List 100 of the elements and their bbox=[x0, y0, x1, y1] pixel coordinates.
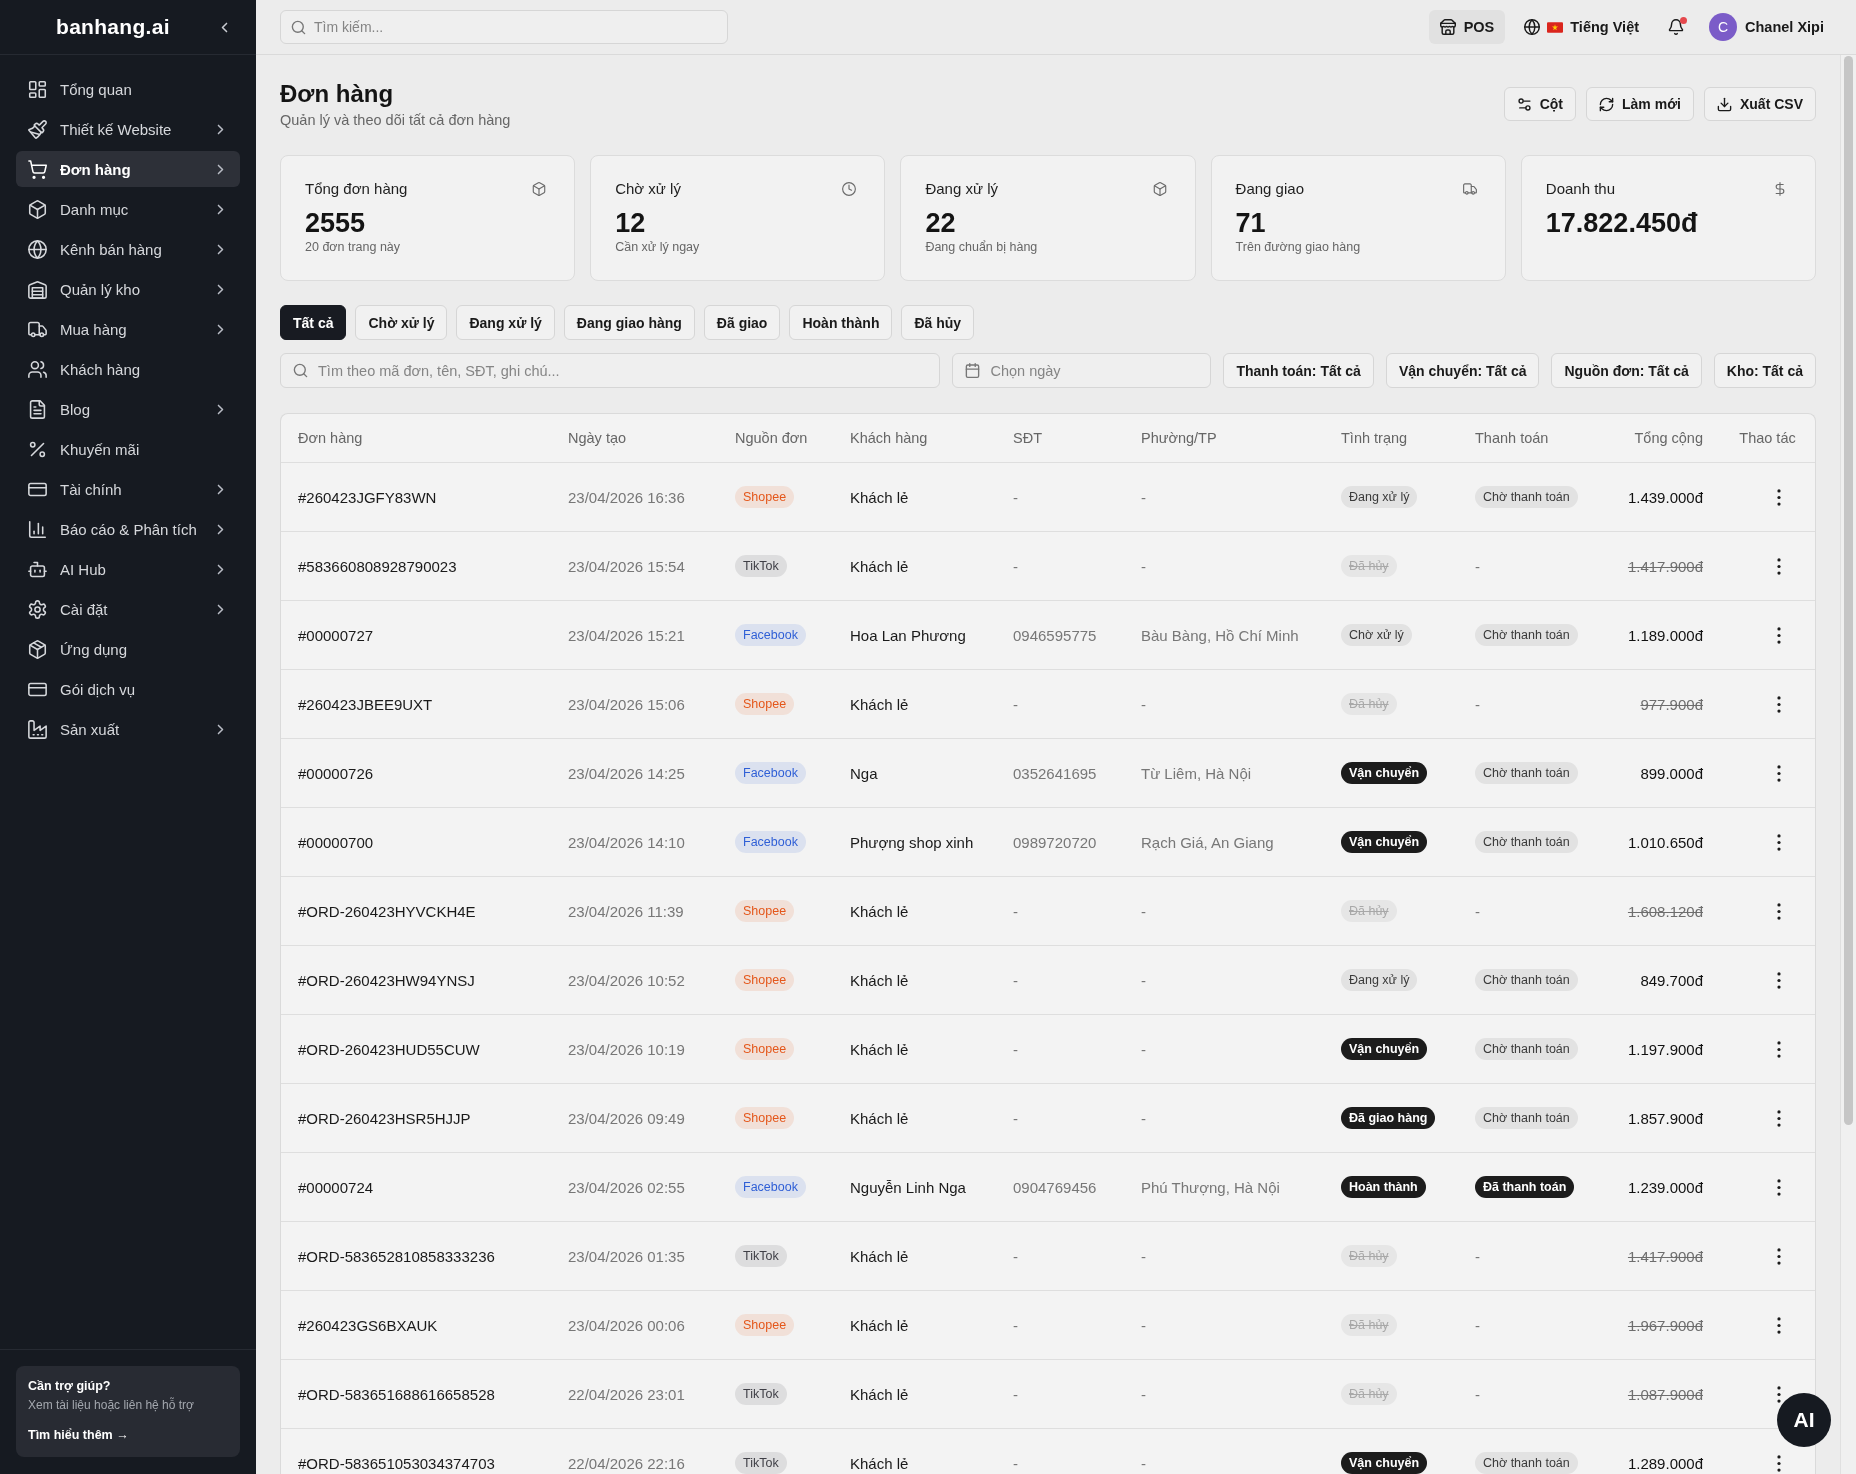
user-menu-button[interactable]: C Chanel Xipi bbox=[1709, 13, 1824, 41]
order-id[interactable]: #ORD-260423HYVCKH4E bbox=[281, 902, 476, 920]
status-tab[interactable]: Đang xử lý bbox=[456, 305, 555, 340]
order-id[interactable]: #260423GS6BXAUK bbox=[281, 1316, 438, 1334]
more-options-icon[interactable] bbox=[1776, 626, 1781, 644]
sidebar-item[interactable]: Đơn hàng bbox=[16, 151, 240, 187]
more-options-icon[interactable] bbox=[1776, 1178, 1781, 1196]
more-options-icon[interactable] bbox=[1776, 971, 1781, 989]
order-id[interactable]: #00000726 bbox=[281, 764, 374, 782]
more-options-icon[interactable] bbox=[1776, 1040, 1781, 1058]
order-id[interactable]: #00000724 bbox=[281, 1178, 374, 1196]
phone-value: 0946595775 bbox=[1012, 626, 1097, 644]
sidebar-item[interactable]: Blog bbox=[16, 391, 240, 427]
order-id[interactable]: #ORD-583651688616658528 bbox=[281, 1385, 495, 1403]
order-id[interactable]: #583660808928790023 bbox=[281, 557, 457, 575]
phone-value: 0904769456 bbox=[1012, 1178, 1097, 1196]
paintbrush-icon bbox=[28, 119, 47, 139]
stat-value: 2555 bbox=[305, 207, 366, 239]
more-options-icon[interactable] bbox=[1776, 764, 1781, 782]
phone-value: 0989720720 bbox=[1012, 833, 1097, 851]
sidebar-item[interactable]: Danh mục bbox=[16, 191, 240, 227]
status-tab[interactable]: Đang giao hàng bbox=[563, 305, 695, 340]
stat-label: Chờ xử lý bbox=[615, 179, 681, 199]
phone-value: - bbox=[1012, 1247, 1018, 1265]
order-date: 23/04/2026 00:06 bbox=[567, 1316, 685, 1334]
pos-button[interactable]: POS bbox=[1428, 10, 1506, 44]
customer-name: Khách lẻ bbox=[849, 1109, 909, 1127]
order-id[interactable]: #00000700 bbox=[281, 833, 374, 851]
order-id[interactable]: #ORD-260423HW94YNSJ bbox=[281, 971, 475, 989]
order-id[interactable]: #ORD-583652810858333236 bbox=[281, 1247, 495, 1265]
more-options-icon[interactable] bbox=[1776, 557, 1781, 575]
learn-more-link[interactable]: Tìm hiểu thêm → bbox=[28, 1427, 129, 1443]
sidebar-item[interactable]: Tài chính bbox=[16, 471, 240, 507]
order-id[interactable]: #260423JBEE9UXT bbox=[281, 695, 433, 713]
sidebar-item[interactable]: Khuyến mãi bbox=[16, 431, 240, 467]
order-date: 23/04/2026 15:54 bbox=[567, 557, 685, 575]
status-tab[interactable]: Chờ xử lý bbox=[355, 305, 448, 340]
order-date: 23/04/2026 11:39 bbox=[567, 902, 684, 920]
more-options-icon[interactable] bbox=[1776, 902, 1781, 920]
export-csv-button[interactable]: Xuất CSV bbox=[1704, 87, 1816, 121]
language-button[interactable]: Tiếng Việt bbox=[1524, 19, 1640, 35]
order-id[interactable]: #ORD-583651053034374703 bbox=[281, 1454, 495, 1472]
sidebar-item[interactable]: Tổng quan bbox=[16, 71, 240, 107]
more-options-icon[interactable] bbox=[1776, 1454, 1781, 1472]
order-date: 23/04/2026 01:35 bbox=[567, 1247, 685, 1265]
order-date: 23/04/2026 09:49 bbox=[567, 1109, 685, 1127]
more-options-icon[interactable] bbox=[1776, 1316, 1781, 1334]
order-id[interactable]: #00000727 bbox=[281, 626, 374, 644]
status-tab[interactable]: Đã giao bbox=[703, 305, 781, 340]
status-tab[interactable]: Tất cả bbox=[280, 305, 347, 340]
sidebar-item[interactable]: Mua hàng bbox=[16, 311, 240, 347]
date-field[interactable]: Chọn ngày bbox=[952, 353, 1212, 388]
search-field[interactable]: Tìm kiếm... bbox=[280, 10, 728, 44]
more-options-icon[interactable] bbox=[1776, 695, 1781, 713]
clock-icon bbox=[842, 182, 857, 196]
sidebar-item[interactable]: Kênh bán hàng bbox=[16, 231, 240, 267]
notification-bell-icon[interactable] bbox=[1668, 19, 1685, 35]
order-total: 977.900đ bbox=[1640, 695, 1704, 713]
filter-button[interactable]: Nguồn đơn: Tất cả bbox=[1551, 353, 1702, 388]
filter-button[interactable]: Thanh toán: Tất cả bbox=[1223, 353, 1374, 388]
flag-icon bbox=[1547, 21, 1564, 33]
order-id[interactable]: #ORD-260423HUD55CUW bbox=[281, 1040, 480, 1058]
location-value: - bbox=[1140, 902, 1146, 920]
status-badge: Chờ xử lý bbox=[1341, 624, 1412, 646]
box-icon bbox=[532, 182, 547, 196]
columns-button[interactable]: Cột bbox=[1503, 87, 1576, 121]
status-tab[interactable]: Đã hủy bbox=[901, 305, 975, 340]
location-value: - bbox=[1140, 1109, 1146, 1127]
payment-badge: Chờ thanh toán bbox=[1475, 969, 1578, 991]
more-options-icon[interactable] bbox=[1776, 488, 1781, 506]
help-text: Xem tài liệu hoặc liên hệ hỗ trợ bbox=[28, 1397, 195, 1413]
sidebar-item[interactable]: Báo cáo & Phân tích bbox=[16, 511, 240, 547]
more-options-icon[interactable] bbox=[1776, 833, 1781, 851]
sidebar-item[interactable]: Gói dịch vụ bbox=[16, 671, 240, 707]
globe-icon bbox=[28, 239, 47, 259]
sidebar-item[interactable]: Cài đặt bbox=[16, 591, 240, 627]
more-options-icon[interactable] bbox=[1776, 1109, 1781, 1127]
column-header: Tình trạng bbox=[1340, 430, 1408, 446]
status-tab[interactable]: Hoàn thành bbox=[789, 305, 893, 340]
location-value: Từ Liêm, Hà Nội bbox=[1140, 764, 1252, 782]
filter-button[interactable]: Kho: Tất cả bbox=[1713, 353, 1816, 388]
sidebar-item[interactable]: AI Hub bbox=[16, 551, 240, 587]
more-options-icon[interactable] bbox=[1776, 1247, 1781, 1265]
download-icon bbox=[1717, 96, 1732, 112]
sidebar-item[interactable]: Sản xuất bbox=[16, 711, 240, 747]
refresh-button[interactable]: Làm mới bbox=[1586, 87, 1694, 121]
more-options-icon[interactable] bbox=[1776, 1385, 1781, 1403]
sidebar-item[interactable]: Thiết kế Website bbox=[16, 111, 240, 147]
sidebar-item[interactable]: Quản lý kho bbox=[16, 271, 240, 307]
scrollbar-thumb[interactable] bbox=[1844, 56, 1853, 1125]
cart-icon bbox=[28, 159, 47, 179]
order-date: 23/04/2026 10:19 bbox=[567, 1040, 685, 1058]
payment-badge: Chờ thanh toán bbox=[1475, 762, 1578, 784]
order-date: 23/04/2026 02:55 bbox=[567, 1178, 685, 1196]
sidebar-item[interactable]: Ứng dụng bbox=[16, 631, 240, 667]
order-id[interactable]: #260423JGFY83WN bbox=[281, 488, 437, 506]
filter-button[interactable]: Vận chuyển: Tất cả bbox=[1385, 353, 1540, 388]
order-id[interactable]: #ORD-260423HSR5HJJP bbox=[281, 1109, 471, 1127]
sidebar-item[interactable]: Khách hàng bbox=[16, 351, 240, 387]
order-search-field[interactable]: Tìm theo mã đơn, tên, SĐT, ghi chú... bbox=[280, 353, 941, 388]
